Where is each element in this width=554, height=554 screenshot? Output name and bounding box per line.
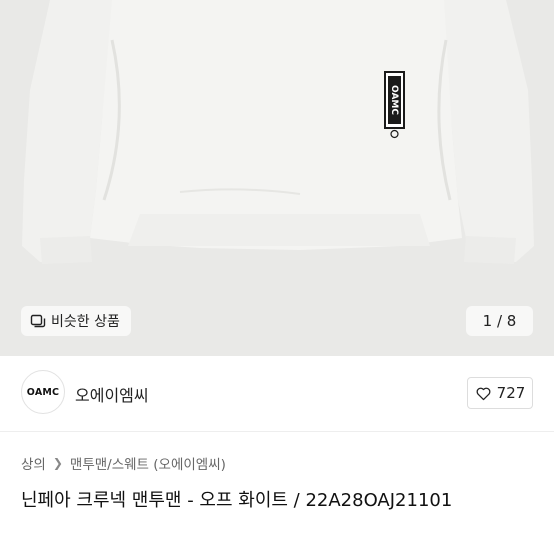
like-button[interactable]: 727 (467, 377, 533, 409)
like-count: 727 (496, 384, 526, 402)
brand-name[interactable]: 오에이엠씨 (75, 382, 149, 406)
similar-items-icon (30, 313, 46, 329)
product-image[interactable]: OAMC 비슷한 상품 1 / 8 (0, 0, 554, 356)
sweatshirt-illustration: OAMC (22, 0, 534, 264)
heart-icon (476, 387, 491, 400)
print-logo-text: OAMC (389, 85, 399, 115)
breadcrumb-item-subcategory[interactable]: 맨투맨/스웨트 (오에이엠씨) (70, 453, 226, 473)
breadcrumb: 상의 ❯ 맨투맨/스웨트 (오에이엠씨) (21, 453, 226, 473)
brand-logo[interactable]: OAMC (21, 370, 65, 414)
breadcrumb-item-category[interactable]: 상의 (21, 453, 46, 473)
similar-products-label: 비슷한 상품 (51, 314, 120, 330)
chevron-right-icon: ❯ (52, 456, 63, 470)
product-title: 닌페아 크루넥 맨투맨 - 오프 화이트 / 22A28OAJ21101 (21, 490, 453, 511)
similar-products-button[interactable]: 비슷한 상품 (21, 306, 131, 336)
brand-row: OAMC 오에이엠씨 727 (0, 356, 554, 432)
image-page-counter: 1 / 8 (466, 306, 533, 336)
